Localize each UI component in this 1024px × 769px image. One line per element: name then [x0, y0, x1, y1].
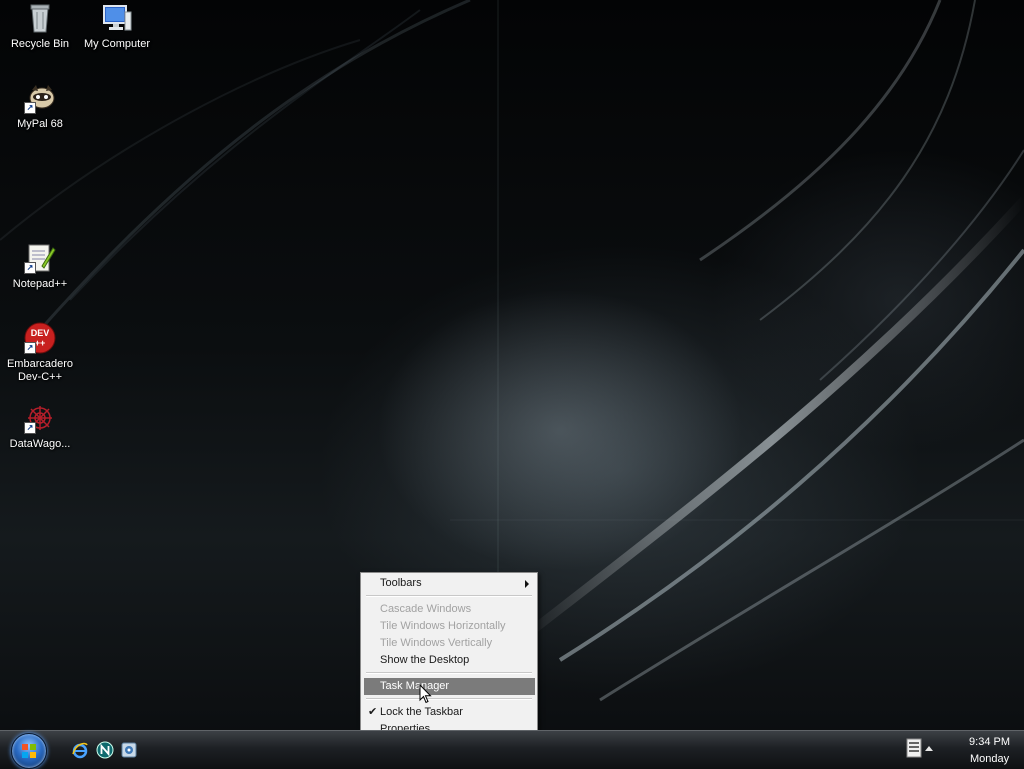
media-icon[interactable]: [120, 741, 138, 759]
menu-item-label: Tile Windows Horizontally: [380, 620, 506, 632]
clock-day: Monday: [969, 753, 1010, 765]
taskbar-context-menu: Toolbars Cascade Windows Tile Windows Ho…: [360, 572, 538, 742]
shortcut-arrow-icon: ↗: [24, 102, 36, 114]
menu-item-lock-taskbar[interactable]: ✔ Lock the Taskbar: [364, 704, 535, 721]
expand-arrow-icon[interactable]: [925, 746, 933, 751]
menu-item-toolbars[interactable]: Toolbars: [364, 575, 535, 592]
desktop-icon-label: Notepad++: [12, 278, 68, 290]
mouse-cursor-icon: [419, 683, 433, 707]
desktop-icon-notepad-plus-plus[interactable]: ↗ Notepad++: [1, 242, 79, 291]
desktop-icon-datawagon[interactable]: ↗ DataWago...: [1, 402, 79, 451]
datawagon-icon: ↗: [24, 402, 56, 434]
keyboard-icon[interactable]: [906, 738, 922, 758]
menu-item-label: Cascade Windows: [380, 603, 472, 615]
menu-item-label: Toolbars: [380, 577, 422, 589]
desktop-icon-label: MyPal 68: [17, 118, 63, 130]
menu-item-label: Tile Windows Vertically: [380, 637, 493, 649]
menu-item-tile-vertically[interactable]: Tile Windows Vertically: [364, 635, 535, 652]
desktop-icon-mypal[interactable]: ↗ MyPal 68: [1, 82, 79, 131]
desktop-icon-label: Recycle Bin: [10, 38, 70, 50]
menu-item-tile-horizontally[interactable]: Tile Windows Horizontally: [364, 618, 535, 635]
system-tray: 9:34 PM Monday: [894, 731, 1024, 769]
shortcut-arrow-icon: ↗: [24, 262, 36, 274]
mypal-icon: ↗: [24, 82, 56, 114]
notepad-plus-plus-icon: ↗: [24, 242, 56, 274]
clock-time: 9:34 PM: [969, 736, 1010, 748]
taskbar-clock[interactable]: 9:34 PM Monday: [969, 734, 1010, 768]
desktop-icon-label: My Computer: [83, 38, 151, 50]
recycle-bin-icon: [24, 2, 56, 34]
shortcut-arrow-icon: ↗: [24, 342, 36, 354]
menu-separator: [366, 595, 532, 597]
taskbar[interactable]: 9:34 PM Monday: [0, 730, 1024, 769]
shortcut-arrow-icon: ↗: [24, 422, 36, 434]
menu-separator: [366, 698, 532, 700]
start-orb-icon[interactable]: [11, 733, 47, 769]
netscape-icon[interactable]: [96, 741, 114, 759]
checkmark-icon: ✔: [368, 706, 378, 718]
desktop-icon-my-computer[interactable]: My Computer: [78, 2, 156, 51]
desktop-icon-label: DataWago...: [9, 438, 71, 450]
desktop-icon-label: Embarcadero Dev-C++: [6, 358, 74, 383]
computer-icon: [101, 2, 133, 34]
menu-item-show-desktop[interactable]: Show the Desktop: [364, 652, 535, 669]
menu-item-task-manager[interactable]: Task Manager: [364, 678, 535, 695]
menu-item-label: Show the Desktop: [380, 654, 470, 666]
internet-explorer-icon[interactable]: [71, 741, 89, 759]
submenu-arrow-icon: [525, 580, 529, 588]
menu-item-cascade-windows[interactable]: Cascade Windows: [364, 601, 535, 618]
menu-item-label: Task Manager: [380, 680, 450, 692]
desktop-icon-recycle-bin[interactable]: Recycle Bin: [1, 2, 79, 51]
menu-separator: [366, 672, 532, 674]
desktop-icon-dev-cpp[interactable]: DEV++ ↗ Embarcadero Dev-C++: [1, 322, 79, 384]
dev-cpp-icon: DEV++ ↗: [24, 322, 56, 354]
